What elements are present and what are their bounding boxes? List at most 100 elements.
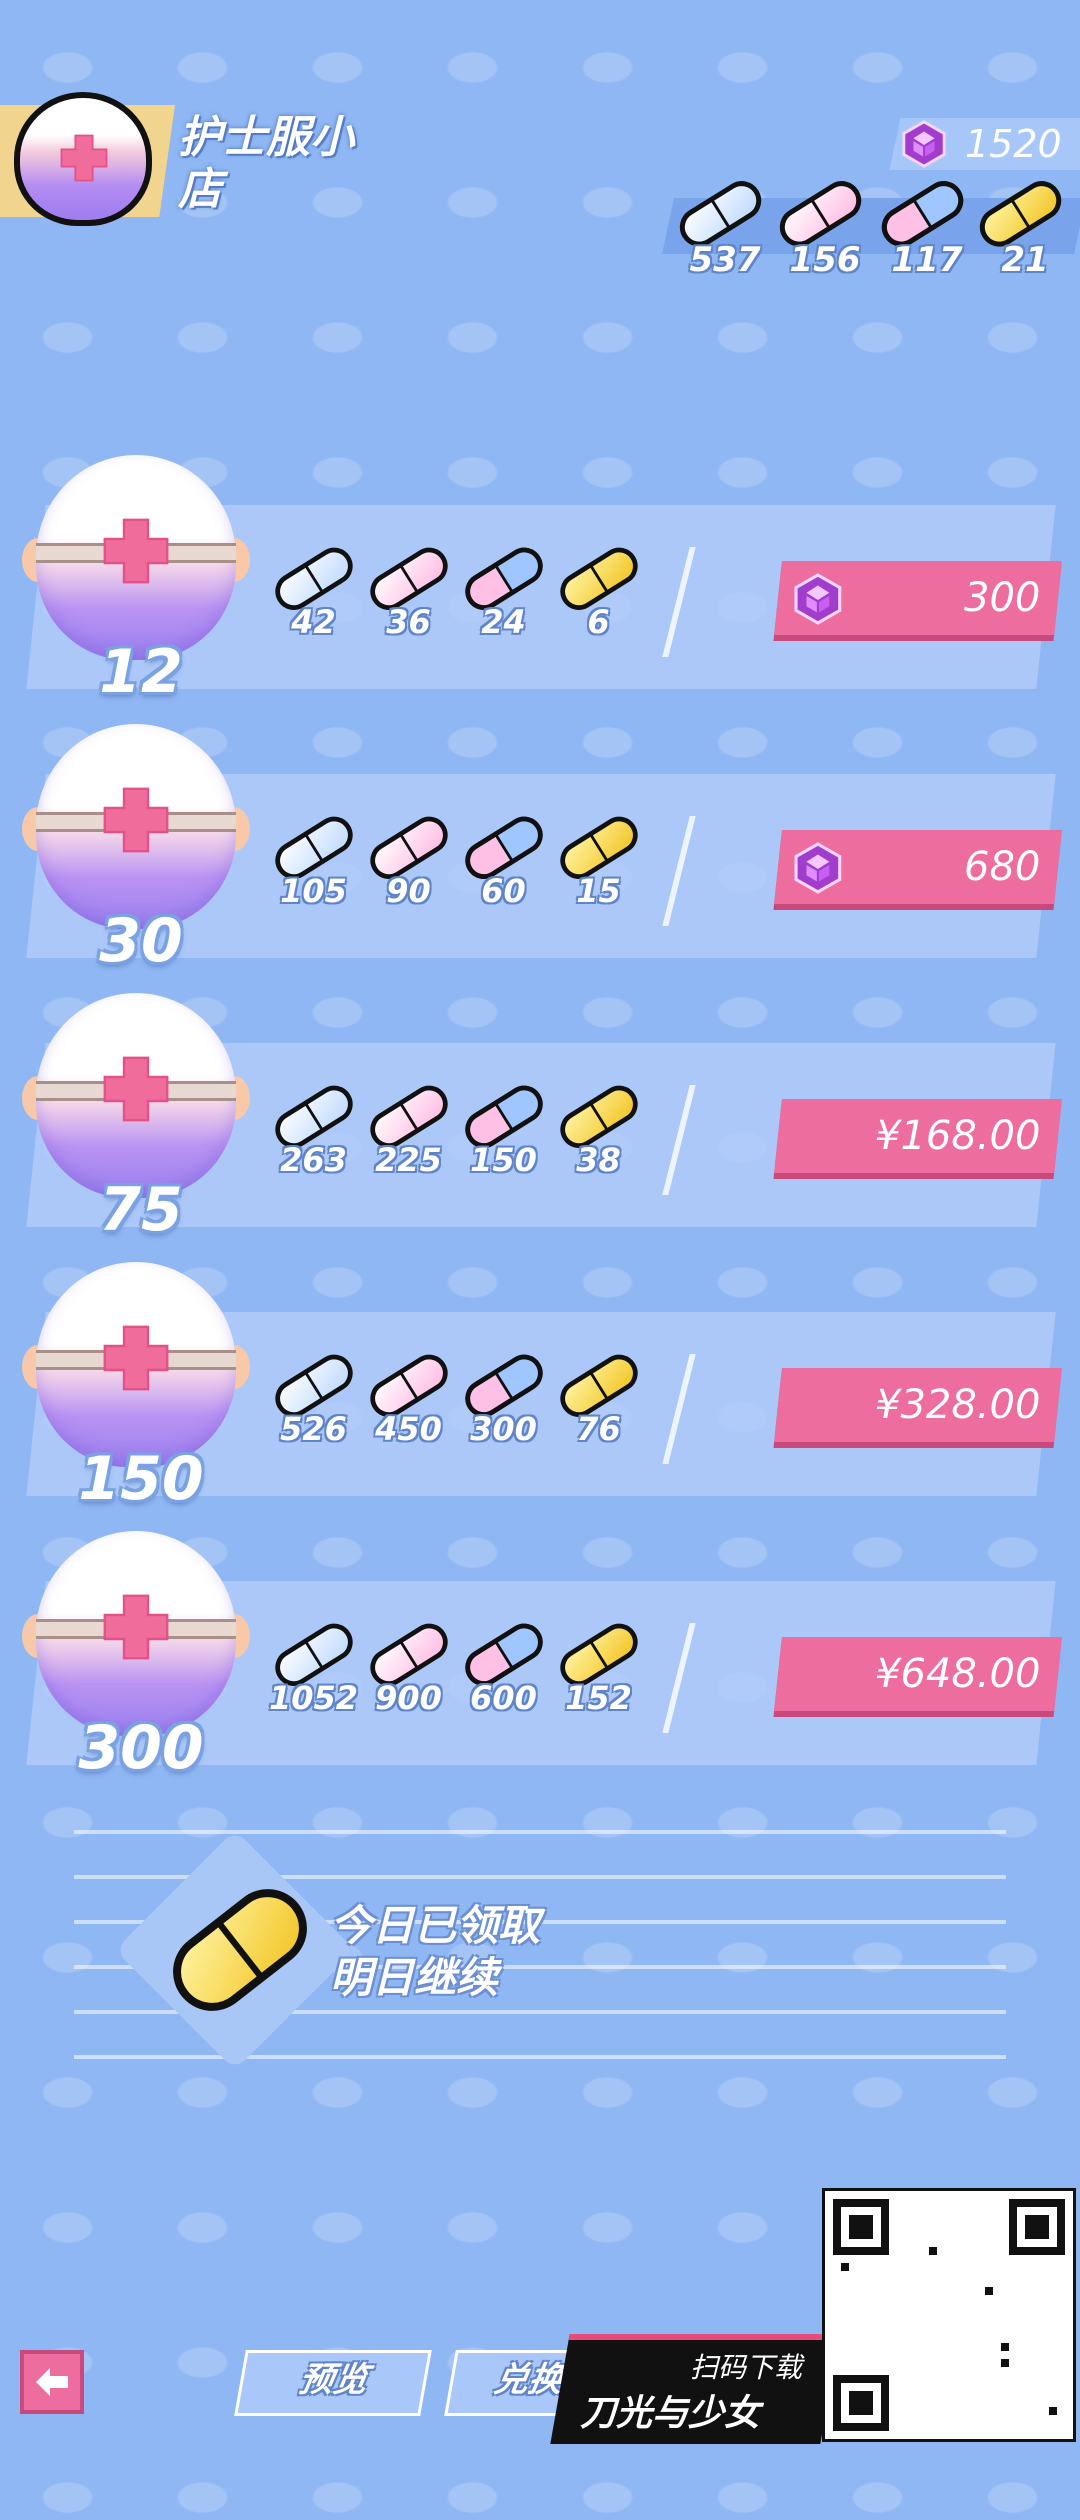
inventory-mix-pill: 117 xyxy=(872,178,982,288)
pack-avatar xyxy=(22,455,250,665)
pill-count: 225 xyxy=(375,1141,442,1179)
cross-icon xyxy=(100,1053,172,1125)
pack-pill: 600 xyxy=(456,1621,551,1731)
pack-contents: 526 450 300 76 xyxy=(266,1352,686,1462)
pink-pill-icon xyxy=(361,814,456,880)
pill-count: 450 xyxy=(375,1410,442,1448)
cross-icon xyxy=(58,132,110,184)
blue-pill-icon xyxy=(670,178,770,248)
pack-pill: 526 xyxy=(266,1352,361,1462)
blue-pill-icon xyxy=(266,1083,361,1149)
gold-pill-icon xyxy=(551,1621,646,1687)
inventory-blue-pill: 537 xyxy=(670,178,780,288)
gem-icon xyxy=(792,573,844,625)
pack-row: 30 105 90 60 15 680 xyxy=(22,724,1062,976)
pack-avatar xyxy=(22,724,250,934)
shop-title: 护士服小店 xyxy=(178,112,354,215)
gold-pill-icon xyxy=(551,814,646,880)
daily-status-line2: 明日继续 xyxy=(330,1953,499,2002)
pill-count: 105 xyxy=(280,872,347,910)
gold-pill-icon xyxy=(551,545,646,611)
pack-contents: 42 36 24 6 xyxy=(266,545,686,655)
arrow-left-icon xyxy=(36,2368,68,2396)
cross-icon xyxy=(100,1591,172,1663)
pack-contents: 263 225 150 38 xyxy=(266,1083,686,1193)
buy-button[interactable]: 300 xyxy=(774,561,1062,635)
buy-button[interactable]: 680 xyxy=(774,830,1062,904)
pack-row: 150 526 450 300 76 ¥328.00 xyxy=(22,1262,1062,1514)
inventory-count: 156 xyxy=(789,240,861,280)
pack-pill: 6 xyxy=(551,545,646,655)
promo-title: 刀光与少女 xyxy=(580,2393,761,2434)
pink-blue-pill-icon xyxy=(456,545,551,611)
pill-count: 150 xyxy=(470,1141,537,1179)
pack-quantity: 75 xyxy=(99,1175,183,1245)
pink-pill-icon xyxy=(361,1621,456,1687)
pink-blue-pill-icon xyxy=(456,1083,551,1149)
pack-pill: 152 xyxy=(551,1621,646,1731)
inventory-count: 21 xyxy=(1001,240,1049,280)
pink-blue-pill-icon xyxy=(872,178,972,248)
pack-pill: 1052 xyxy=(266,1621,361,1731)
pack-contents: 1052 900 600 152 xyxy=(266,1621,686,1731)
buy-button[interactable]: ¥328.00 xyxy=(774,1368,1062,1442)
inventory-gold-pill: 21 xyxy=(970,178,1080,288)
pink-pill-icon xyxy=(361,1083,456,1149)
buy-button[interactable]: ¥168.00 xyxy=(774,1099,1062,1173)
daily-status: 今日已领取 明日继续 xyxy=(330,1900,540,2004)
pack-row: 12 42 36 24 6 300 xyxy=(22,455,1062,707)
buy-button[interactable]: ¥648.00 xyxy=(774,1637,1062,1711)
pill-count: 60 xyxy=(481,872,526,910)
pack-avatar xyxy=(22,1531,250,1741)
pack-quantity: 300 xyxy=(78,1713,204,1783)
pill-count: 24 xyxy=(481,603,526,641)
pink-pill-icon xyxy=(361,545,456,611)
blue-pill-icon xyxy=(266,814,361,880)
pill-count: 36 xyxy=(386,603,431,641)
shop-avatar xyxy=(14,92,152,226)
pack-pill: 24 xyxy=(456,545,551,655)
pill-count: 900 xyxy=(375,1679,442,1717)
pink-pill-icon xyxy=(770,178,870,248)
pill-count: 300 xyxy=(470,1410,537,1448)
pack-pill: 76 xyxy=(551,1352,646,1462)
price-label: ¥328.00 xyxy=(874,1382,1040,1428)
pack-pill: 42 xyxy=(266,545,361,655)
blue-pill-icon xyxy=(266,545,361,611)
pill-count: 600 xyxy=(470,1679,537,1717)
price-label: ¥648.00 xyxy=(874,1651,1040,1697)
pill-count: 1052 xyxy=(268,1679,359,1717)
pill-count: 90 xyxy=(386,872,431,910)
pack-pill: 90 xyxy=(361,814,456,924)
pack-pill: 105 xyxy=(266,814,361,924)
back-button[interactable] xyxy=(20,2350,84,2414)
blue-pill-icon xyxy=(266,1352,361,1418)
pack-pill: 300 xyxy=(456,1352,551,1462)
qr-code[interactable] xyxy=(822,2188,1076,2442)
qr-code-icon xyxy=(833,2199,1065,2431)
price-label: 680 xyxy=(963,844,1040,890)
pack-contents: 105 90 60 15 xyxy=(266,814,686,924)
pack-pill: 225 xyxy=(361,1083,456,1193)
promo-subtitle: 扫码下载 xyxy=(690,2351,803,2384)
pill-count: 152 xyxy=(565,1679,632,1717)
pill-count: 15 xyxy=(576,872,621,910)
blue-pill-icon xyxy=(266,1621,361,1687)
pack-pill: 900 xyxy=(361,1621,456,1731)
gem-icon xyxy=(900,120,948,168)
price-label: ¥168.00 xyxy=(874,1113,1040,1159)
pink-blue-pill-icon xyxy=(456,1352,551,1418)
pack-pill: 36 xyxy=(361,545,456,655)
pill-count: 526 xyxy=(280,1410,347,1448)
cross-icon xyxy=(100,784,172,856)
pack-quantity: 12 xyxy=(99,637,183,707)
pack-pill: 263 xyxy=(266,1083,361,1193)
daily-status-line1: 今日已领取 xyxy=(330,1901,541,1950)
pack-avatar xyxy=(22,1262,250,1472)
gold-pill-icon[interactable] xyxy=(160,1870,320,2030)
pill-count: 42 xyxy=(291,603,336,641)
pink-pill-icon xyxy=(361,1352,456,1418)
inventory-count: 537 xyxy=(689,240,761,280)
preview-tab[interactable]: 预览 xyxy=(234,2350,432,2416)
gold-pill-icon xyxy=(551,1083,646,1149)
